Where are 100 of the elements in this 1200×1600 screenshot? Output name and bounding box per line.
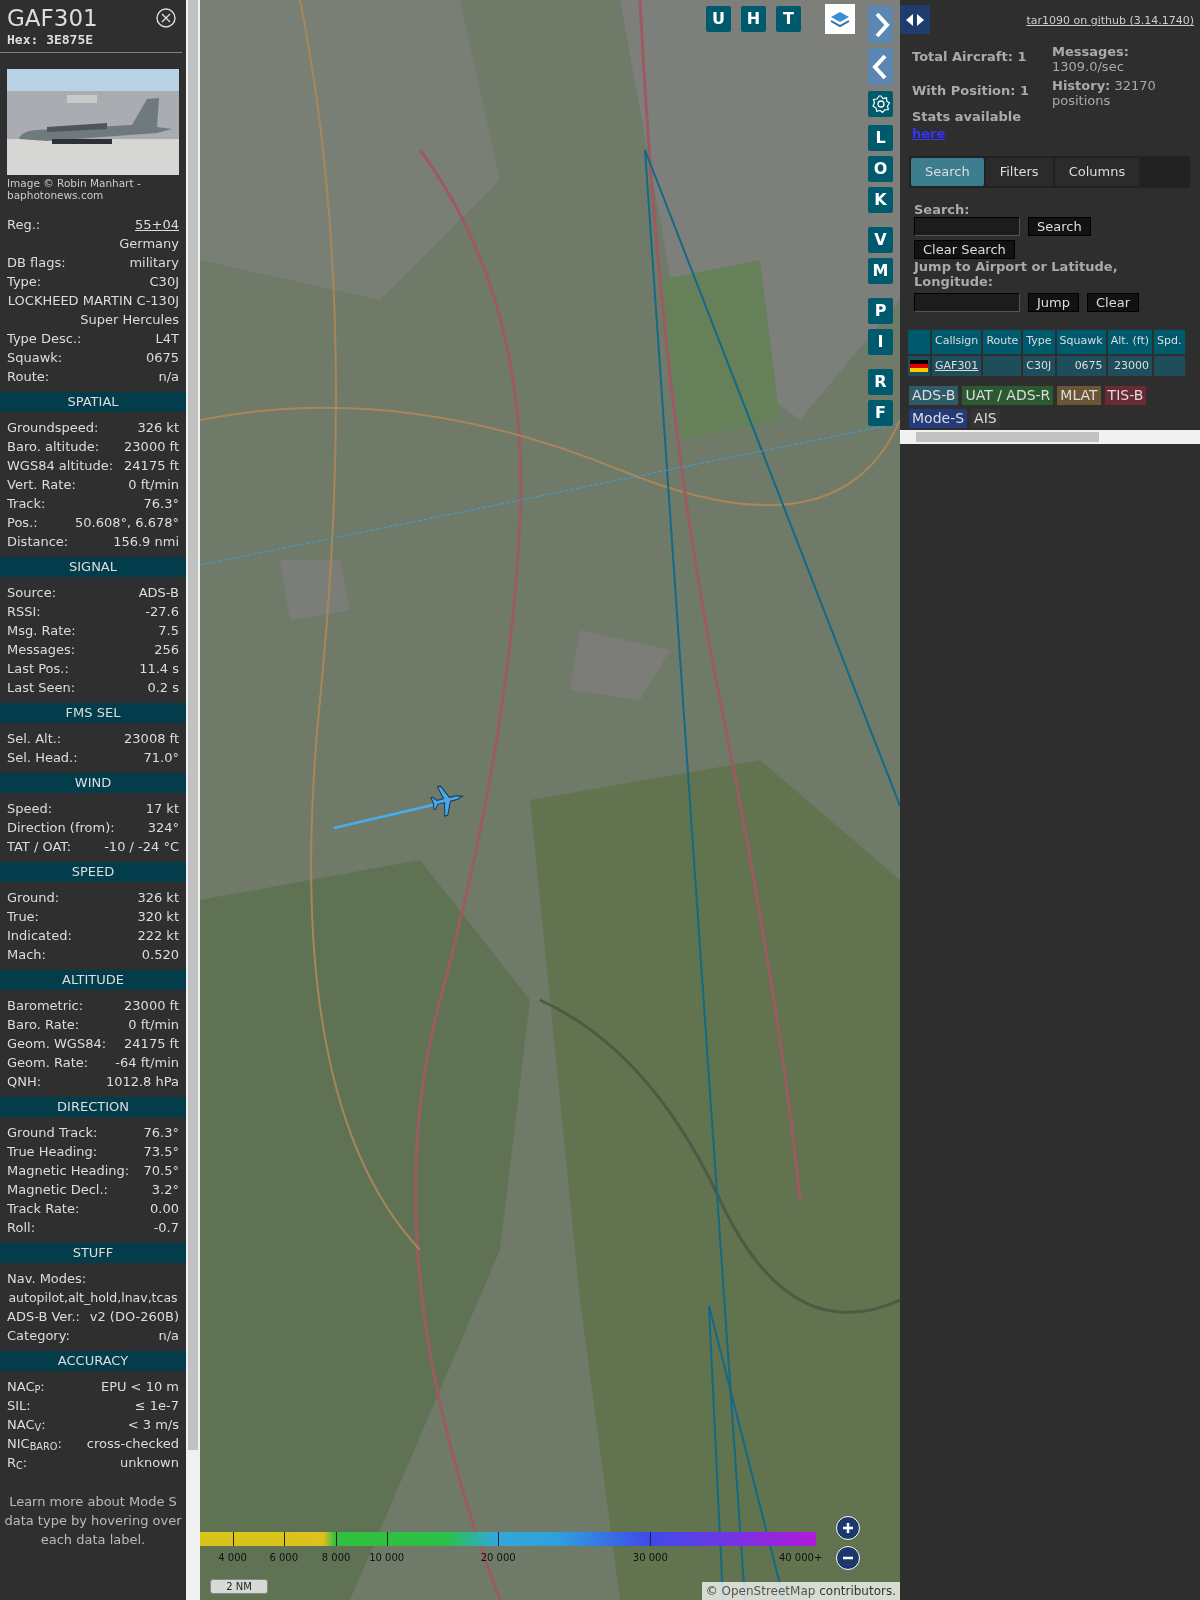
field-label: NAC$_{V}$: [7, 1416, 46, 1434]
tab[interactable]: Columns [1054, 157, 1140, 186]
section-header: SIGNAL [0, 557, 186, 577]
stats-text: History: 32170 positions [1052, 78, 1157, 108]
field-value: 50.608°, 6.678° [75, 514, 179, 532]
field-value: 0 ft/min [128, 476, 179, 494]
source-badge: AIS [971, 409, 1000, 428]
field-label: Msg. Rate: [7, 622, 76, 640]
stats-text: Messages: 1309.0/sec [1052, 44, 1131, 74]
stats-text: Stats available [912, 109, 1023, 124]
field-label: True: [7, 908, 39, 926]
field-value: cross-checked [86, 1435, 179, 1453]
field-label: Source: [7, 584, 57, 602]
tab[interactable]: Filters [985, 157, 1053, 186]
map-toggle-button[interactable]: K [868, 187, 893, 213]
scrollbar[interactable] [186, 0, 200, 1600]
field-value: v2 (DO-260B) [89, 1308, 179, 1326]
openstreetmap-link[interactable]: OpenStreetMap [721, 1584, 816, 1598]
field-value: 73.5° [143, 1143, 179, 1161]
field-value: 17 kt [145, 800, 179, 818]
next-button[interactable] [868, 6, 893, 43]
field-value: 156.9 nmi [113, 533, 179, 551]
field-value: 0.2 s [147, 679, 179, 697]
table-cell: C30J [1023, 355, 1055, 376]
map-toggle-button[interactable]: F [868, 400, 893, 426]
field-label: NIC$_{BARO}$: [7, 1435, 62, 1453]
field-value: 256 [154, 641, 179, 659]
field-label: Ground: [7, 889, 60, 907]
github-link[interactable]: tar1090 on github (3.14.1740) [1026, 13, 1194, 30]
jump-button[interactable]: Jump [1028, 292, 1079, 312]
previous-button[interactable] [868, 48, 893, 85]
field-label: Magnetic Heading: [7, 1162, 130, 1180]
field-value: 70.5° [143, 1162, 179, 1180]
close-icon[interactable] [156, 8, 176, 28]
field-value: -27.6 [145, 603, 179, 621]
field-label: True Heading: [7, 1143, 98, 1161]
layers-button[interactable] [825, 4, 855, 34]
altitude-label: 8 000 [321, 1551, 351, 1565]
field-value: 326 kt [137, 889, 179, 907]
map-toggle-button[interactable]: O [868, 156, 893, 182]
column-header[interactable]: Type [1023, 329, 1055, 354]
settings-icon [870, 94, 891, 114]
field-value: n/a [158, 1327, 179, 1345]
field-label: Mach: [7, 946, 46, 964]
jump-field[interactable] [914, 292, 1020, 312]
map-toggle-button[interactable]: I [868, 329, 893, 355]
field-label: Category: [7, 1327, 70, 1345]
field-value: autopilot,alt_hold,lnav,tcas [8, 1289, 178, 1307]
section-header: WIND [0, 773, 186, 793]
column-header[interactable]: Route [983, 329, 1022, 354]
clear-search-button[interactable]: Clear Search [914, 239, 1015, 259]
stats-text: Total Aircraft: 1 [912, 49, 1028, 64]
table-header [908, 329, 930, 354]
field-label: Direction (from): [7, 819, 115, 837]
table-cell: 0675 [1056, 355, 1106, 376]
field-value: 0.00 [150, 1200, 179, 1218]
map-toggle-button[interactable]: H [741, 6, 766, 32]
field-label: Track Rate: [7, 1200, 80, 1218]
field-value: -10 / -24 °C [104, 838, 179, 856]
map-toggle-button[interactable]: V [868, 227, 893, 253]
field-label: QNH: [7, 1073, 42, 1091]
settings-button[interactable] [868, 91, 893, 117]
map-toggle-button[interactable]: P [868, 298, 893, 324]
field-value: C30J [149, 273, 179, 291]
flag-icon [910, 359, 928, 372]
airplane-icon[interactable] [430, 785, 463, 817]
map-toggle-button[interactable]: T [776, 6, 801, 32]
table-cell [983, 355, 1022, 376]
source-badge: ADS-B [909, 386, 959, 405]
field-label: DB flags: [7, 254, 66, 272]
map-toggle-button[interactable]: U [706, 6, 731, 32]
search-field[interactable] [914, 216, 1020, 236]
column-header[interactable]: Spd. [1154, 329, 1185, 354]
registration-link[interactable]: 55+04 [135, 215, 179, 234]
field-value: ADS-B [138, 584, 179, 602]
search-button[interactable]: Search [1028, 216, 1091, 236]
field-value: 23008 ft [124, 730, 179, 748]
column-header[interactable]: Squawk [1056, 329, 1106, 354]
column-header[interactable]: Alt. (ft) [1107, 329, 1153, 354]
field-value: -64 ft/min [115, 1054, 179, 1072]
field-value: unknown [119, 1454, 179, 1472]
source-badge: MLAT [1057, 386, 1101, 405]
field-label: Speed: [7, 800, 53, 818]
callsign-link[interactable]: GAF301 [935, 358, 979, 372]
field-label: Geom. Rate: [7, 1054, 89, 1072]
panel-toggle-button[interactable] [900, 5, 930, 34]
map-toggle-button[interactable]: R [868, 369, 893, 395]
map-toggle-button[interactable]: L [868, 125, 893, 151]
scrollbar[interactable] [900, 430, 1200, 444]
column-header[interactable]: Callsign [932, 329, 982, 354]
field-value: 0 ft/min [128, 1016, 179, 1034]
section-header: STUFF [0, 1243, 186, 1263]
field-label: Type Desc.: [7, 330, 82, 348]
field-value: 222 kt [137, 927, 179, 945]
clear-button[interactable]: Clear [1087, 292, 1139, 312]
field-value: 11.4 s [139, 660, 179, 678]
map-toggle-button[interactable]: M [868, 258, 893, 284]
source-badge: UAT / ADS-R [962, 386, 1054, 405]
field-label: Indicated: [7, 927, 72, 945]
field-value: < 3 m/s [127, 1416, 179, 1434]
